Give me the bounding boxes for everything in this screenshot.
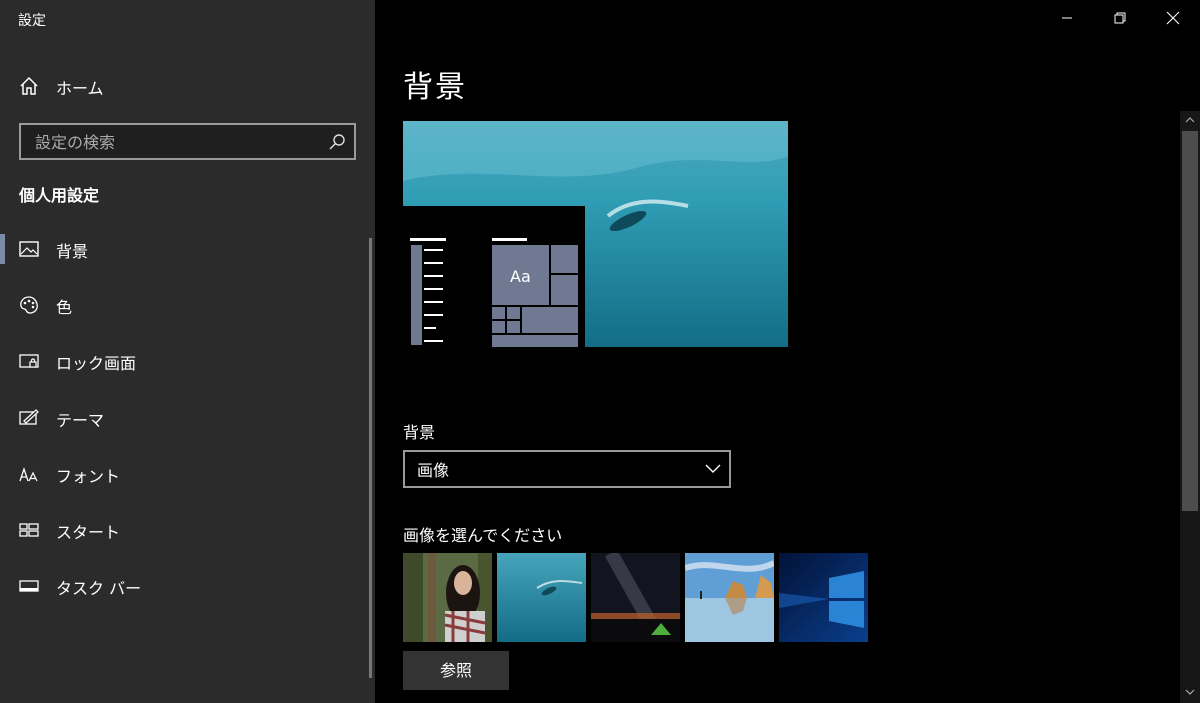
- browse-button[interactable]: 参照: [403, 651, 509, 690]
- background-preview: Aa: [403, 121, 788, 347]
- thumbnail-beach[interactable]: [685, 553, 774, 642]
- minimize-icon: [1062, 17, 1072, 19]
- sidebar-item-label: ロック画面: [56, 354, 137, 373]
- preview-tile-text: Aa: [510, 267, 531, 286]
- scroll-up-icon[interactable]: [1185, 115, 1195, 125]
- home-label: ホーム: [56, 79, 104, 98]
- home-nav-item[interactable]: ホーム: [0, 66, 375, 106]
- milky-way-image: [591, 553, 680, 642]
- page-title: 背景: [403, 70, 467, 105]
- start-icon: [19, 523, 39, 537]
- font-icon: [19, 466, 38, 482]
- sidebar-item-label: テーマ: [56, 411, 105, 430]
- search-box[interactable]: [19, 123, 356, 160]
- palette-icon: [20, 296, 38, 314]
- sidebar-item-font[interactable]: フォント: [0, 451, 370, 497]
- section-title: 個人用設定: [19, 186, 100, 205]
- sidebar-item-label: 色: [56, 298, 73, 317]
- chevron-down-icon: [705, 464, 721, 473]
- windows-image: [779, 553, 868, 642]
- background-type-dropdown[interactable]: 画像: [403, 450, 731, 488]
- main-scrollbar[interactable]: [1180, 111, 1200, 703]
- restore-button[interactable]: [1093, 0, 1147, 36]
- search-input[interactable]: [33, 130, 317, 154]
- forest-portrait-image: [403, 553, 492, 642]
- thumbnail-milky-way[interactable]: [591, 553, 680, 642]
- thumbnail-windows[interactable]: [779, 553, 868, 642]
- app-title: 設定: [18, 13, 46, 29]
- sidebar-item-theme[interactable]: テーマ: [0, 395, 370, 441]
- active-indicator: [0, 234, 5, 264]
- lock-screen-icon: [19, 354, 39, 368]
- preview-image: Aa: [403, 121, 788, 347]
- beach-image: [685, 553, 774, 642]
- minimize-button[interactable]: [1040, 0, 1094, 36]
- sidebar-scrollbar[interactable]: [369, 238, 372, 678]
- scroll-down-icon[interactable]: [1185, 687, 1195, 697]
- scrollbar-thumb[interactable]: [1182, 131, 1198, 511]
- background-type-label: 背景: [403, 423, 436, 442]
- sidebar-item-color[interactable]: 色: [0, 282, 370, 328]
- sidebar-item-lock-screen[interactable]: ロック画面: [0, 338, 370, 384]
- thumbnail-underwater[interactable]: [497, 553, 586, 642]
- sidebar-item-background[interactable]: 背景: [0, 226, 370, 272]
- taskbar-icon: [19, 580, 39, 592]
- home-icon: [20, 76, 38, 95]
- close-icon: [1166, 11, 1180, 25]
- sidebar-item-label: 背景: [56, 242, 89, 261]
- sidebar-item-taskbar[interactable]: タスク バー: [0, 563, 370, 609]
- sidebar-item-label: スタート: [56, 523, 121, 542]
- sidebar: 設定 ホーム 個人用設定 背景 色: [0, 0, 375, 703]
- search-icon[interactable]: [328, 133, 346, 151]
- sidebar-item-label: フォント: [56, 467, 121, 486]
- sidebar-item-label: タスク バー: [56, 579, 142, 598]
- thumbnail-forest-portrait[interactable]: [403, 553, 492, 642]
- close-button[interactable]: [1146, 0, 1200, 36]
- restore-icon: [1114, 12, 1126, 24]
- sidebar-item-start[interactable]: スタート: [0, 507, 370, 553]
- picture-icon: [19, 241, 39, 257]
- choose-picture-label: 画像を選んでください: [403, 526, 563, 545]
- dropdown-value: 画像: [417, 461, 450, 480]
- theme-icon: [19, 409, 39, 425]
- underwater-image: [497, 553, 586, 642]
